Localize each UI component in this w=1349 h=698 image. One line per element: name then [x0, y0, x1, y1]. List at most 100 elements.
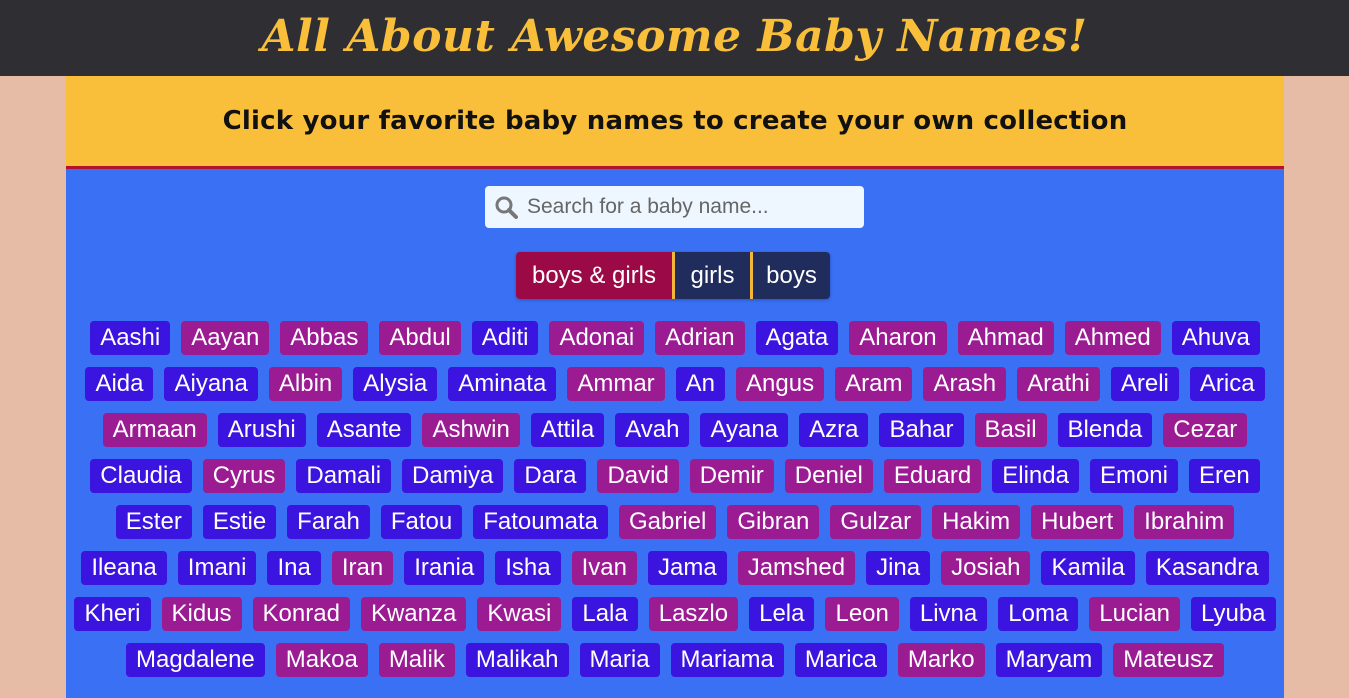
- name-chip[interactable]: Imani: [177, 551, 257, 585]
- name-chip[interactable]: Fatoumata: [473, 505, 608, 539]
- name-chip[interactable]: Attila: [530, 413, 605, 447]
- name-chip[interactable]: David: [597, 459, 679, 493]
- name-chip[interactable]: Abdul: [379, 321, 461, 355]
- name-chip[interactable]: Alysia: [353, 367, 438, 401]
- name-chip[interactable]: Marko: [897, 643, 985, 677]
- name-chip[interactable]: Ester: [115, 505, 192, 539]
- name-chip[interactable]: Dara: [514, 459, 587, 493]
- name-chip[interactable]: Ivan: [571, 551, 637, 585]
- name-chip[interactable]: Lyuba: [1191, 597, 1276, 631]
- name-chip[interactable]: Asante: [316, 413, 412, 447]
- name-chip[interactable]: Kasandra: [1145, 551, 1269, 585]
- name-chip[interactable]: Demir: [689, 459, 774, 493]
- name-chip[interactable]: Kidus: [161, 597, 242, 631]
- name-chip[interactable]: Jama: [648, 551, 727, 585]
- name-chip[interactable]: Aditi: [471, 321, 539, 355]
- name-chip[interactable]: Arica: [1189, 367, 1265, 401]
- name-chip[interactable]: Maria: [579, 643, 660, 677]
- search-input[interactable]: [527, 195, 847, 219]
- name-chip[interactable]: Aram: [835, 367, 913, 401]
- name-chip[interactable]: Lela: [749, 597, 815, 631]
- name-chip[interactable]: Gulzar: [830, 505, 922, 539]
- name-chip[interactable]: Iran: [331, 551, 394, 585]
- name-chip[interactable]: Kwanza: [360, 597, 467, 631]
- name-chip[interactable]: Abbas: [280, 321, 369, 355]
- name-chip[interactable]: Farah: [287, 505, 370, 539]
- name-chip[interactable]: Emoni: [1089, 459, 1178, 493]
- name-chip[interactable]: Ileana: [81, 551, 167, 585]
- name-chip[interactable]: Cyrus: [202, 459, 286, 493]
- name-chip[interactable]: Irania: [404, 551, 485, 585]
- name-chip[interactable]: Leon: [825, 597, 899, 631]
- name-chip[interactable]: Avah: [615, 413, 690, 447]
- name-chip[interactable]: Kheri: [74, 597, 151, 631]
- name-chip[interactable]: Elinda: [992, 459, 1079, 493]
- name-chip[interactable]: Konrad: [252, 597, 350, 631]
- name-chip[interactable]: Agata: [755, 321, 839, 355]
- name-chip[interactable]: An: [675, 367, 726, 401]
- name-chip[interactable]: Angus: [736, 367, 825, 401]
- name-chip[interactable]: Loma: [998, 597, 1079, 631]
- search-box[interactable]: [485, 186, 864, 228]
- name-chip[interactable]: Arushi: [217, 413, 306, 447]
- name-chip[interactable]: Malik: [378, 643, 455, 677]
- name-chip[interactable]: Ibrahim: [1134, 505, 1235, 539]
- name-chip[interactable]: Arathi: [1017, 367, 1100, 401]
- name-chip[interactable]: Mariama: [670, 643, 784, 677]
- name-chip[interactable]: Isha: [495, 551, 561, 585]
- name-chip[interactable]: Gibran: [727, 505, 820, 539]
- name-chip[interactable]: Jamshed: [737, 551, 856, 585]
- name-chip[interactable]: Makoa: [275, 643, 368, 677]
- name-chip[interactable]: Cezar: [1163, 413, 1248, 447]
- name-chip[interactable]: Aida: [85, 367, 154, 401]
- tab-girls[interactable]: girls: [672, 252, 750, 299]
- name-chip[interactable]: Estie: [202, 505, 277, 539]
- name-chip[interactable]: Ahmad: [957, 321, 1054, 355]
- name-chip[interactable]: Hubert: [1031, 505, 1124, 539]
- name-chip[interactable]: Adrian: [655, 321, 745, 355]
- name-chip[interactable]: Blenda: [1057, 413, 1153, 447]
- name-chip[interactable]: Aharon: [849, 321, 947, 355]
- name-chip[interactable]: Basil: [974, 413, 1047, 447]
- name-chip[interactable]: Hakim: [932, 505, 1021, 539]
- name-chip[interactable]: Arash: [923, 367, 1007, 401]
- name-chip[interactable]: Jina: [866, 551, 931, 585]
- name-chip[interactable]: Mateusz: [1113, 643, 1224, 677]
- name-chip[interactable]: Armaan: [102, 413, 207, 447]
- name-chip[interactable]: Aminata: [448, 367, 557, 401]
- name-chip[interactable]: Adonai: [549, 321, 645, 355]
- name-chip[interactable]: Kamila: [1041, 551, 1135, 585]
- name-chip[interactable]: Ina: [267, 551, 321, 585]
- name-chip[interactable]: Laszlo: [648, 597, 739, 631]
- name-chip[interactable]: Malikah: [465, 643, 569, 677]
- name-chip[interactable]: Eduard: [883, 459, 982, 493]
- name-chip[interactable]: Ammar: [567, 367, 665, 401]
- name-chip[interactable]: Ahmed: [1064, 321, 1161, 355]
- tab-boys-and-girls[interactable]: boys & girls: [516, 252, 672, 299]
- name-chip[interactable]: Claudia: [90, 459, 192, 493]
- name-chip[interactable]: Lala: [572, 597, 638, 631]
- name-chip[interactable]: Gabriel: [618, 505, 717, 539]
- name-chip[interactable]: Bahar: [879, 413, 964, 447]
- name-chip[interactable]: Damali: [296, 459, 392, 493]
- name-chip[interactable]: Magdalene: [126, 643, 265, 677]
- name-chip[interactable]: Ahuva: [1171, 321, 1260, 355]
- name-chip[interactable]: Marica: [794, 643, 887, 677]
- name-chip[interactable]: Aiyana: [164, 367, 258, 401]
- name-chip[interactable]: Fatou: [380, 505, 463, 539]
- tab-boys[interactable]: boys: [750, 252, 830, 299]
- name-chip[interactable]: Deniel: [784, 459, 873, 493]
- name-chip[interactable]: Ayana: [700, 413, 789, 447]
- name-chip[interactable]: Eren: [1188, 459, 1260, 493]
- name-chip[interactable]: Josiah: [941, 551, 1031, 585]
- name-chip[interactable]: Damiya: [402, 459, 504, 493]
- name-chip[interactable]: Albin: [268, 367, 343, 401]
- name-chip[interactable]: Areli: [1110, 367, 1179, 401]
- name-chip[interactable]: Kwasi: [477, 597, 562, 631]
- name-chip[interactable]: Aayan: [181, 321, 270, 355]
- name-chip[interactable]: Ashwin: [422, 413, 520, 447]
- name-chip[interactable]: Azra: [799, 413, 869, 447]
- name-chip[interactable]: Lucian: [1089, 597, 1181, 631]
- name-chip[interactable]: Aashi: [90, 321, 171, 355]
- name-chip[interactable]: Maryam: [995, 643, 1103, 677]
